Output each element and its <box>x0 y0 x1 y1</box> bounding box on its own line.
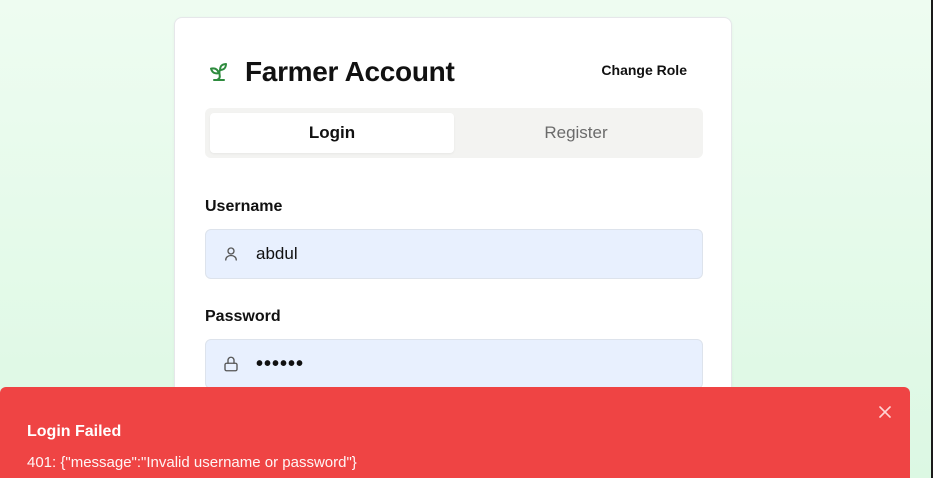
page-title: Farmer Account <box>245 56 455 87</box>
toast-description: 401: {"message":"Invalid username or pas… <box>27 454 357 471</box>
change-role-button[interactable]: Change Role <box>601 62 687 78</box>
sprout-icon <box>207 60 231 84</box>
password-label: Password <box>205 308 281 325</box>
card-header: Farmer Account Change Role <box>207 54 699 90</box>
close-icon[interactable] <box>878 405 892 419</box>
tab-register[interactable]: Register <box>454 113 698 153</box>
username-field[interactable]: abdul <box>205 229 703 279</box>
error-toast: Login Failed 401: {"message":"Invalid us… <box>0 387 910 478</box>
tab-login[interactable]: Login <box>210 113 454 153</box>
password-value: •••••• <box>256 352 305 375</box>
username-value: abdul <box>256 244 298 263</box>
lock-icon <box>222 355 240 373</box>
title-wrap: Farmer Account <box>207 54 455 90</box>
toast-title: Login Failed <box>27 423 122 440</box>
auth-tabs: Login Register <box>205 108 703 158</box>
user-icon <box>222 245 240 263</box>
password-field[interactable]: •••••• <box>205 339 703 389</box>
username-label: Username <box>205 198 283 215</box>
